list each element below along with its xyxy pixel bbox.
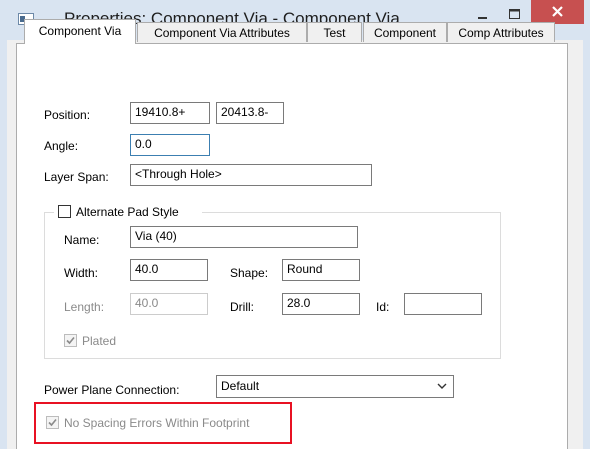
plated-label: Plated	[82, 334, 117, 348]
id-label: Id:	[376, 300, 390, 314]
power-plane-select[interactable]: Default	[216, 375, 454, 398]
power-plane-label: Power Plane Connection:	[44, 383, 180, 397]
tab-test[interactable]: Test	[307, 22, 362, 42]
close-icon	[552, 6, 563, 17]
width-field[interactable]: 40.0	[130, 259, 208, 281]
angle-label: Angle:	[44, 139, 79, 153]
drill-label: Drill:	[230, 300, 254, 314]
layer-span-label: Layer Span:	[44, 170, 109, 184]
angle-field[interactable]: 0.0	[130, 134, 210, 156]
shape-label: Shape:	[230, 266, 269, 280]
alternate-pad-style-label: Alternate Pad Style	[76, 205, 179, 219]
name-label: Name:	[64, 233, 100, 247]
drill-field[interactable]: 28.0	[282, 293, 360, 315]
power-plane-value: Default	[221, 379, 260, 393]
no-spacing-errors-label: No Spacing Errors Within Footprint	[64, 416, 250, 430]
chevron-down-icon	[437, 383, 447, 389]
maximize-icon	[509, 9, 520, 19]
no-spacing-errors-checkbox	[46, 416, 59, 429]
id-field[interactable]	[404, 293, 482, 315]
position-label: Position:	[44, 108, 91, 122]
shape-field[interactable]: Round	[282, 259, 360, 281]
maximize-button[interactable]	[501, 4, 527, 24]
checkmark-icon	[66, 336, 75, 345]
properties-window: Properties: Component Via - Component Vi…	[0, 0, 590, 449]
checkmark-icon	[48, 418, 57, 427]
tab-component[interactable]: Component	[363, 22, 447, 42]
close-button[interactable]	[531, 0, 584, 24]
tab-component-via[interactable]: Component Via	[24, 19, 136, 44]
pad-name-field[interactable]: Via (40)	[130, 226, 358, 248]
length-field: 40.0	[130, 293, 208, 315]
minimize-button[interactable]	[469, 4, 495, 24]
tab-comp-attributes[interactable]: Comp Attributes	[447, 22, 555, 42]
position-y-field[interactable]: 20413.8-	[216, 102, 284, 124]
width-label: Width:	[64, 266, 99, 280]
minimize-icon	[478, 17, 487, 19]
plated-checkbox	[64, 334, 77, 347]
length-label: Length:	[64, 300, 105, 314]
alternate-pad-style-checkbox[interactable]	[58, 205, 71, 218]
position-x-field[interactable]: 19410.8+	[130, 102, 210, 124]
layer-span-field[interactable]: <Through Hole>	[130, 164, 372, 186]
tab-component-via-attributes[interactable]: Component Via Attributes	[137, 22, 307, 42]
